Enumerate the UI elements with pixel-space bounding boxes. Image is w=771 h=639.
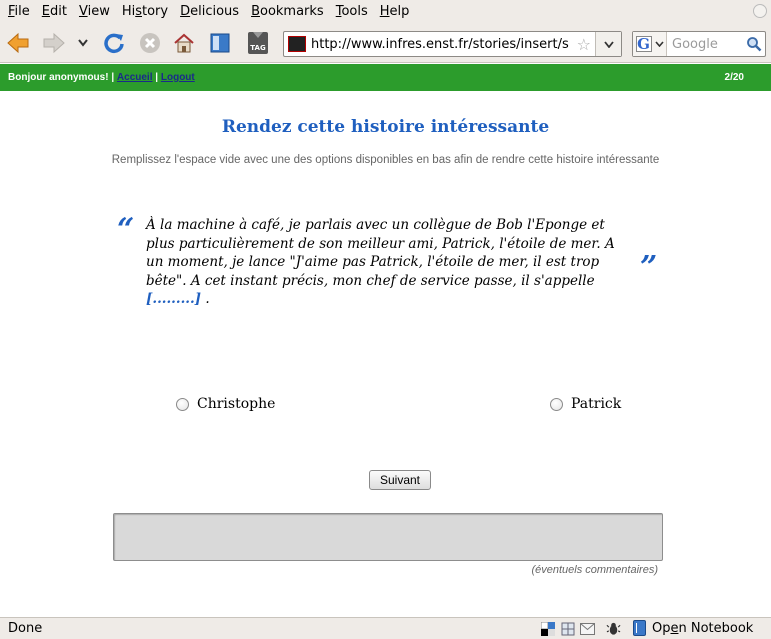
navigation-toolbar: TAG http://www.infres.enst.fr/stories/in… [0, 23, 771, 63]
logout-link[interactable]: Logout [161, 72, 195, 83]
url-input[interactable]: http://www.infres.enst.fr/stories/insert… [311, 37, 569, 52]
home-icon [174, 33, 194, 53]
delicious-icon[interactable] [540, 621, 555, 636]
site-header: Bonjour anonymous! | Accueil | Logout 2/… [0, 64, 771, 91]
header-separator: | [155, 72, 159, 83]
story-text: À la machine à café, je parlais avec un … [146, 216, 626, 309]
magnifier-icon [747, 37, 762, 52]
status-icons [540, 621, 621, 636]
tag-icon: TAG [248, 32, 268, 54]
url-dropdown-button[interactable] [595, 32, 621, 56]
notebook-icon [633, 620, 646, 636]
mail-icon[interactable] [580, 621, 595, 636]
menu-edit[interactable]: Edit [36, 0, 73, 23]
progress-counter: 2/20 [724, 72, 744, 83]
comment-textarea[interactable] [113, 513, 663, 561]
reload-button[interactable] [100, 29, 128, 57]
bookmark-sidebar-button[interactable] [206, 29, 234, 57]
status-text: Done [8, 621, 43, 636]
site-favicon-icon [288, 36, 306, 52]
menu-file[interactable]: File [2, 0, 36, 23]
reload-icon [104, 33, 124, 54]
stop-icon [140, 33, 160, 53]
menu-view[interactable]: View [73, 0, 116, 23]
notebook-label: Open Notebook [652, 620, 754, 636]
chevron-down-icon [78, 39, 88, 47]
svg-text:TAG: TAG [250, 44, 266, 52]
search-input[interactable]: Google [667, 37, 743, 52]
menu-bar: File Edit View History Delicious Bookmar… [0, 0, 771, 23]
story-blank: [.........] [146, 291, 202, 307]
history-dropdown-button[interactable] [72, 29, 94, 57]
search-engine-selector[interactable]: G [633, 32, 667, 56]
back-arrow-icon [7, 32, 29, 54]
radio-button[interactable] [550, 397, 563, 411]
close-quote-icon: ” [640, 250, 658, 285]
option-christophe[interactable]: Christophe [176, 396, 275, 412]
option-label: Christophe [197, 396, 276, 412]
firebug-icon[interactable] [606, 621, 621, 636]
search-go-button[interactable] [743, 33, 765, 55]
story-end: . [201, 291, 210, 307]
home-button[interactable] [170, 29, 198, 57]
bookmark-star-icon[interactable]: ☆ [577, 35, 591, 54]
comment-hint: (éventuels commentaires) [531, 564, 658, 576]
menu-bookmarks[interactable]: Bookmarks [245, 0, 330, 23]
window-resize-icon[interactable] [753, 4, 767, 18]
url-bar[interactable]: http://www.infres.enst.fr/stories/insert… [283, 31, 622, 57]
instructions-text: Remplissez l'espace vide avec une des op… [111, 154, 660, 166]
forward-arrow-icon [43, 32, 65, 54]
radio-button[interactable] [176, 397, 189, 411]
back-button[interactable] [4, 29, 32, 57]
search-bar[interactable]: G Google [632, 31, 766, 57]
option-label: Patrick [571, 396, 622, 412]
network-icon[interactable] [560, 621, 575, 636]
menu-delicious[interactable]: Delicious [174, 0, 245, 23]
sidebar-icon [210, 33, 230, 53]
home-link[interactable]: Accueil [117, 72, 153, 83]
open-notebook-button[interactable]: Open Notebook [633, 620, 753, 636]
tag-button[interactable]: TAG [244, 29, 272, 57]
page-title: Rendez cette histoire intéressante [221, 117, 550, 137]
next-button[interactable]: Suivant [369, 470, 431, 490]
menu-history[interactable]: History [116, 0, 174, 23]
menu-help[interactable]: Help [374, 0, 416, 23]
open-quote-icon: “ [117, 212, 135, 247]
menu-tools[interactable]: Tools [330, 0, 374, 23]
forward-button[interactable] [40, 29, 68, 57]
status-bar: Done Open Notebook [0, 617, 771, 639]
chevron-down-icon [603, 40, 614, 48]
google-logo-icon: G [635, 35, 652, 53]
stop-button[interactable] [136, 29, 164, 57]
chevron-down-icon [654, 41, 664, 47]
greeting-text: Bonjour anonymous! | [8, 72, 115, 83]
story-body: À la machine à café, je parlais avec un … [146, 217, 615, 289]
option-patrick[interactable]: Patrick [550, 396, 621, 412]
